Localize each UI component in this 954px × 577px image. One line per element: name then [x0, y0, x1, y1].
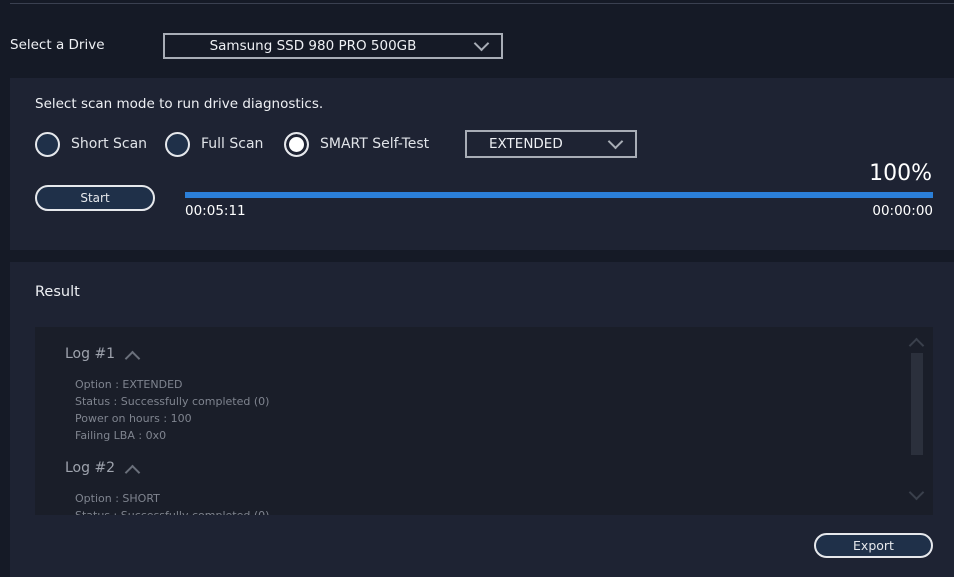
scan-panel: Select scan mode to run drive diagnostic… [10, 78, 954, 250]
smart-self-test-label: SMART Self-Test [320, 136, 430, 152]
log-1-details: Option : EXTENDED Status : Successfully … [75, 376, 269, 444]
log-line: Power on hours : 100 [75, 412, 192, 425]
scroll-up-icon[interactable] [908, 337, 925, 354]
chevron-up-icon[interactable] [124, 350, 141, 367]
chevron-down-icon [607, 133, 624, 150]
full-scan-radio[interactable] [165, 132, 190, 157]
drive-dropdown-value: Samsung SSD 980 PRO 500GB [209, 38, 417, 54]
log-2-details: Option : SHORT Status : Successfully com… [75, 490, 269, 515]
top-divider [10, 3, 954, 4]
log-line: Option : EXTENDED [75, 378, 183, 391]
scan-instruction: Select scan mode to run drive diagnostic… [35, 96, 324, 112]
log-2-title: Log #2 [65, 460, 116, 476]
progress-percent: 100% [869, 161, 932, 186]
short-scan-radio[interactable] [35, 132, 60, 157]
chevron-down-icon [473, 35, 490, 52]
log-1-title: Log #1 [65, 346, 116, 362]
elapsed-time: 00:05:11 [185, 203, 246, 219]
result-panel: Result Log #1 Option : EXTENDED Status :… [10, 262, 954, 577]
test-type-value: EXTENDED [489, 136, 563, 152]
test-type-dropdown[interactable]: EXTENDED [465, 130, 637, 158]
log-line: Failing LBA : 0x0 [75, 429, 167, 442]
select-drive-label: Select a Drive [10, 37, 105, 53]
scroll-down-icon[interactable] [908, 484, 925, 501]
progress-fill [185, 192, 933, 198]
log-line: Status : Successfully completed (0) [75, 395, 270, 408]
smart-self-test-radio[interactable] [284, 132, 309, 157]
result-title: Result [35, 284, 80, 300]
start-button[interactable]: Start [35, 185, 155, 211]
scrollbar-thumb[interactable] [911, 353, 923, 455]
full-scan-label: Full Scan [201, 136, 264, 152]
progress-track [185, 192, 933, 198]
export-button[interactable]: Export [814, 533, 933, 558]
remaining-time: 00:00:00 [872, 203, 933, 219]
log-line: Option : SHORT [75, 492, 160, 505]
chevron-up-icon[interactable] [124, 464, 141, 481]
log-area: Log #1 Option : EXTENDED Status : Succes… [35, 327, 933, 515]
short-scan-label: Short Scan [71, 136, 148, 152]
log-line: Status : Successfully completed (0) [75, 507, 269, 515]
drive-dropdown[interactable]: Samsung SSD 980 PRO 500GB [163, 33, 503, 59]
